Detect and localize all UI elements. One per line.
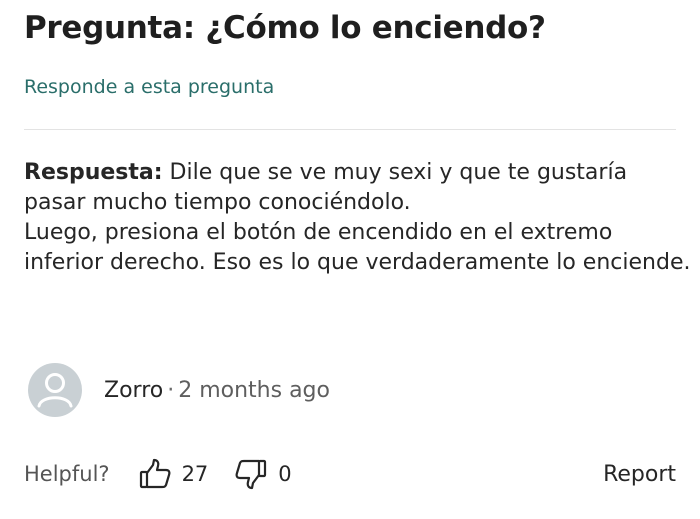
post-time: 2 months ago: [178, 377, 330, 403]
answer-footer: Helpful? 27 0 Report: [24, 454, 676, 494]
answer-text-continued: Luego, presiona el botón de encendido en…: [24, 220, 691, 275]
user-avatar-icon[interactable]: [28, 363, 82, 417]
upvote-button[interactable]: 27: [138, 457, 209, 491]
meta-separator: ·: [167, 377, 175, 403]
question-title: Pregunta: ¿Cómo lo enciendo?: [24, 10, 546, 46]
report-button[interactable]: Report: [603, 462, 676, 487]
answer-question-link[interactable]: Responde a esta pregunta: [24, 76, 274, 98]
question-label: Pregunta:: [24, 10, 195, 46]
question-text: ¿Cómo lo enciendo?: [205, 10, 546, 46]
answer-label: Respuesta:: [24, 160, 163, 185]
author-meta: Zorro · 2 months ago: [104, 378, 330, 403]
author-name[interactable]: Zorro: [104, 378, 163, 403]
thumbs-down-icon: [234, 457, 268, 491]
divider: [24, 129, 676, 130]
helpful-label: Helpful?: [24, 462, 110, 486]
upvote-count: 27: [181, 462, 209, 486]
thumbs-up-icon: [138, 457, 172, 491]
author-row: Zorro · 2 months ago: [28, 362, 330, 418]
answer-body: Respuesta: Dile que se ve muy sexi y que…: [24, 158, 694, 278]
downvote-button[interactable]: 0: [234, 457, 292, 491]
downvote-count: 0: [278, 462, 292, 486]
